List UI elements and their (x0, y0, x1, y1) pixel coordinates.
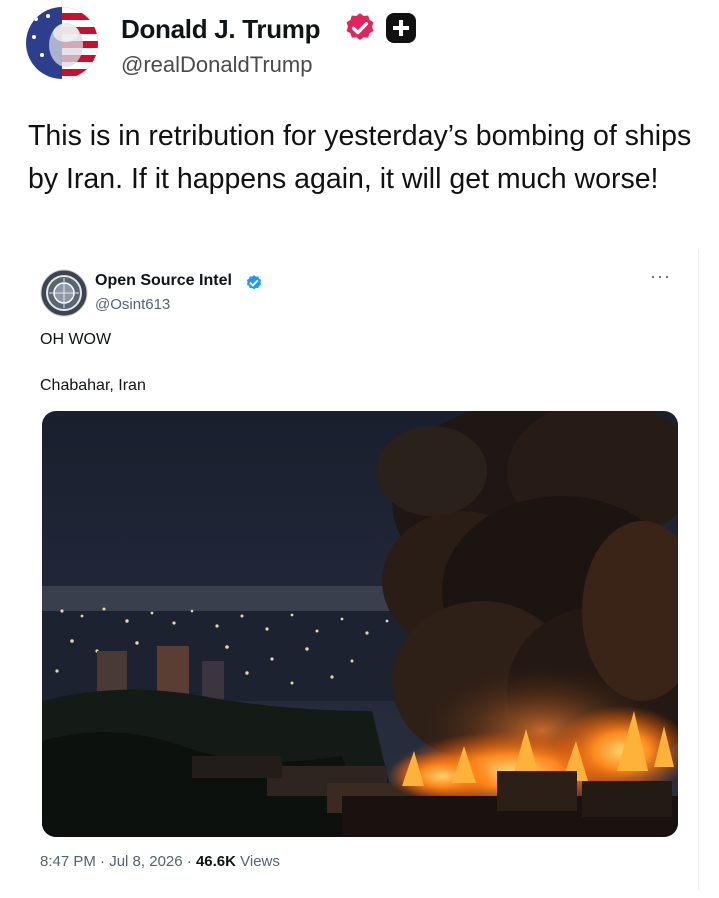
views-count: 46.6K (195, 853, 236, 870)
quoted-verified-badge-icon (245, 274, 263, 292)
author-handle[interactable]: @realDonaldTrump (121, 52, 312, 78)
post-text: This is in retribution for yesterday’s b… (28, 120, 692, 195)
quoted-media-photo[interactable] (42, 411, 678, 837)
author-name[interactable]: Donald J. Trump (121, 14, 320, 45)
quoted-tweet-footer: 8:47 PM · Jul 8, 2026 · 46.6K Views (40, 853, 280, 870)
more-dots-icon[interactable]: ··· (650, 266, 671, 287)
quoted-author-avatar[interactable] (40, 269, 88, 317)
author-avatar[interactable] (26, 7, 98, 79)
quoted-text-line-2: Chabahar, Iran (40, 377, 146, 394)
views-label: Views (235, 853, 280, 870)
quoted-author-handle[interactable]: @Osint613 (95, 296, 170, 313)
separator: · (95, 853, 110, 870)
post-time[interactable]: 8:47 PM (40, 853, 96, 870)
plus-square-icon[interactable] (386, 13, 416, 43)
quoted-text-line-1: OH WOW (40, 331, 112, 348)
quoted-author-name[interactable]: Open Source Intel (95, 272, 232, 290)
separator: · (182, 853, 196, 870)
post-date[interactable]: Jul 8, 2026 (109, 853, 182, 870)
verified-badge-icon (343, 11, 377, 45)
